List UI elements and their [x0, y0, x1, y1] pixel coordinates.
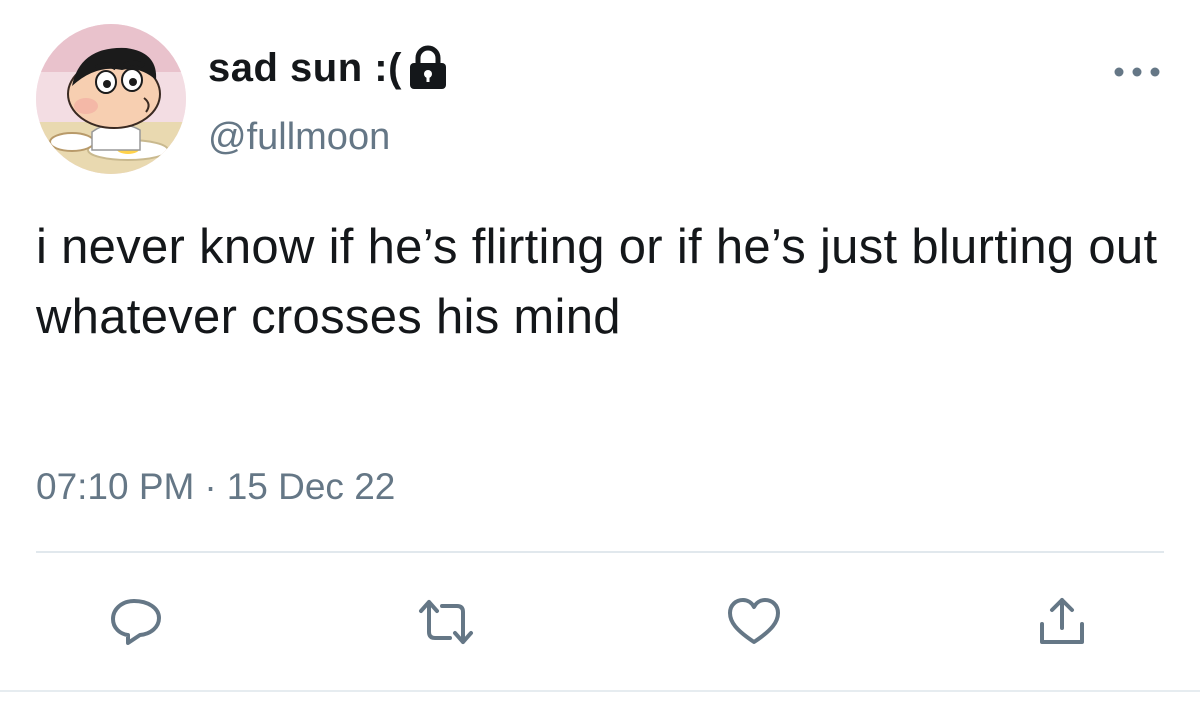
tweet-time: 07:10 PM — [36, 466, 195, 507]
reply-icon — [111, 599, 161, 645]
display-name[interactable]: sad sun :( — [208, 46, 402, 91]
reply-button[interactable] — [108, 596, 164, 648]
bottom-divider — [0, 690, 1200, 692]
retweet-icon — [419, 600, 473, 644]
heart-icon — [728, 598, 780, 644]
author-name-row[interactable]: sad sun :( — [208, 40, 450, 96]
share-icon — [1040, 598, 1084, 644]
retweet-button[interactable] — [418, 596, 474, 648]
cartoon-avatar-icon — [36, 24, 186, 174]
author-handle[interactable]: @fullmoon — [208, 116, 390, 159]
timestamp-separator: · — [204, 466, 217, 507]
tweet-date: 15 Dec 22 — [226, 466, 396, 507]
more-options-icon[interactable] — [1110, 60, 1164, 84]
divider — [36, 551, 1164, 553]
like-button[interactable] — [726, 596, 782, 648]
lock-icon — [409, 45, 446, 89]
tweet-text: i never know if he’s flirting or if he’s… — [36, 220, 1158, 344]
share-button[interactable] — [1034, 596, 1090, 648]
tweet-timestamp[interactable]: 07:10 PM · 15 Dec 22 — [36, 466, 395, 508]
avatar[interactable] — [36, 24, 186, 174]
